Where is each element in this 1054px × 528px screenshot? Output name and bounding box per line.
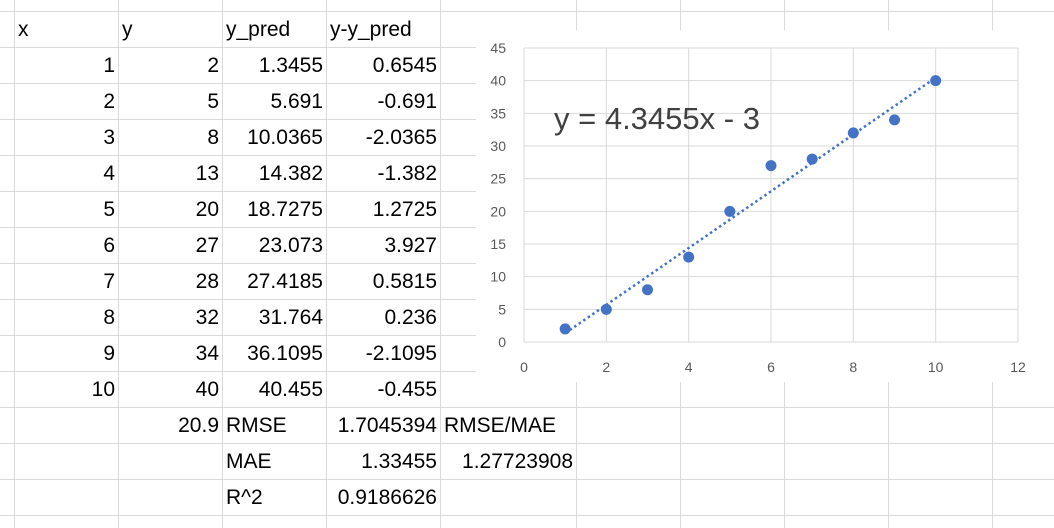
x-tick-label: 8 [849,359,857,375]
cell-y-pred[interactable]: 31.764 [222,300,326,336]
cell-residual[interactable]: 3.927 [326,228,440,264]
trendline-equation-label: y = 4.3455x - 3 [554,101,760,136]
cell-y-pred[interactable]: 36.1095 [222,336,326,372]
data-point [765,160,777,172]
cell-mae-label[interactable]: MAE [222,444,326,480]
x-tick-label: 6 [767,359,775,375]
gridline [0,515,1054,516]
cell-x[interactable]: 1 [14,48,118,84]
cell-residual[interactable]: -1.382 [326,156,440,192]
cell-residual[interactable]: 0.236 [326,300,440,336]
data-point [642,284,653,296]
data-point [847,127,859,139]
cell-residual[interactable]: -2.0365 [326,120,440,156]
y-tick-label: 15 [490,236,506,252]
cell-x[interactable]: 5 [14,192,118,228]
y-tick-label: 5 [498,301,506,317]
y-tick-label: 0 [498,334,506,350]
cell-y-pred[interactable]: 40.455 [222,372,326,408]
cell-x[interactable]: 7 [14,264,118,300]
data-point [559,323,571,335]
cell-x[interactable]: 3 [14,120,118,156]
x-tick-label: 2 [602,359,610,375]
cell-x[interactable]: 10 [14,372,118,408]
data-point [930,75,942,87]
cell-ratio-value[interactable]: 1.27723908 [440,444,576,480]
cell-x[interactable]: 4 [14,156,118,192]
y-tick-label: 25 [490,171,506,187]
header-cell-y[interactable]: y [118,12,222,48]
cell-residual[interactable]: 1.2725 [326,192,440,228]
cell-y[interactable]: 32 [118,300,222,336]
y-tick-label: 40 [490,73,506,89]
x-tick-label: 12 [1010,359,1026,375]
cell-y-pred[interactable]: 14.382 [222,156,326,192]
x-tick-label: 0 [520,359,528,375]
cell-x[interactable]: 9 [14,336,118,372]
x-tick-label: 4 [685,359,693,375]
chart-plot-area: 0 5 10 15 20 25 30 35 40 45 0 2 4 6 8 10 12 y = 4.3455x… [490,40,1026,375]
cell-y-pred[interactable]: 1.3455 [222,48,326,84]
cell-y[interactable]: 40 [118,372,222,408]
cell-y[interactable]: 5 [118,84,222,120]
cell-y-pred[interactable]: 5.691 [222,84,326,120]
cell-y[interactable]: 34 [118,336,222,372]
data-point [806,153,818,165]
cell-y[interactable]: 28 [118,264,222,300]
cell-y-pred[interactable]: 23.073 [222,228,326,264]
data-point [889,114,900,126]
header-cell-y-pred[interactable]: y_pred [222,12,326,48]
cell-residual[interactable]: -0.691 [326,84,440,120]
header-cell-x[interactable]: x [14,12,118,48]
y-tick-label: 20 [490,203,506,219]
cell-residual[interactable]: 0.5815 [326,264,440,300]
data-point [724,205,736,217]
cell-y-pred[interactable]: 18.7275 [222,192,326,228]
data-point [683,251,695,263]
data-point [600,303,612,315]
cell-x[interactable]: 2 [14,84,118,120]
x-tick-label: 10 [928,359,944,375]
cell-y[interactable]: 20 [118,192,222,228]
cell-r2-value[interactable]: 0.9186626 [326,480,440,516]
y-tick-label: 35 [490,105,506,121]
y-tick-label: 30 [490,138,506,154]
cell-residual[interactable]: -2.1095 [326,336,440,372]
cell-mae-value[interactable]: 1.33455 [326,444,440,480]
cell-residual[interactable]: 0.6545 [326,48,440,84]
cell-rmse-label[interactable]: RMSE [222,408,326,444]
cell-y-pred[interactable]: 27.4185 [222,264,326,300]
y-tick-label: 10 [490,269,506,285]
cell-residual[interactable]: -0.455 [326,372,440,408]
cell-y[interactable]: 2 [118,48,222,84]
cell-y[interactable]: 27 [118,228,222,264]
cell-y[interactable]: 8 [118,120,222,156]
cell-r2-label[interactable]: R^2 [222,480,326,516]
cell-rmse-value[interactable]: 1.7045394 [326,408,440,444]
cell-ratio-label[interactable]: RMSE/MAE [440,408,576,444]
cell-y[interactable]: 13 [118,156,222,192]
cell-mean-y[interactable]: 20.9 [118,408,222,444]
scatter-chart[interactable]: 0 5 10 15 20 25 30 35 40 45 0 2 4 6 8 10 12 y = 4.3455x… [476,30,1054,382]
cell-x[interactable]: 6 [14,228,118,264]
cell-y-pred[interactable]: 10.0365 [222,120,326,156]
cell-x[interactable]: 8 [14,300,118,336]
header-cell-residual[interactable]: y-y_pred [326,12,440,48]
y-tick-label: 45 [490,40,506,56]
